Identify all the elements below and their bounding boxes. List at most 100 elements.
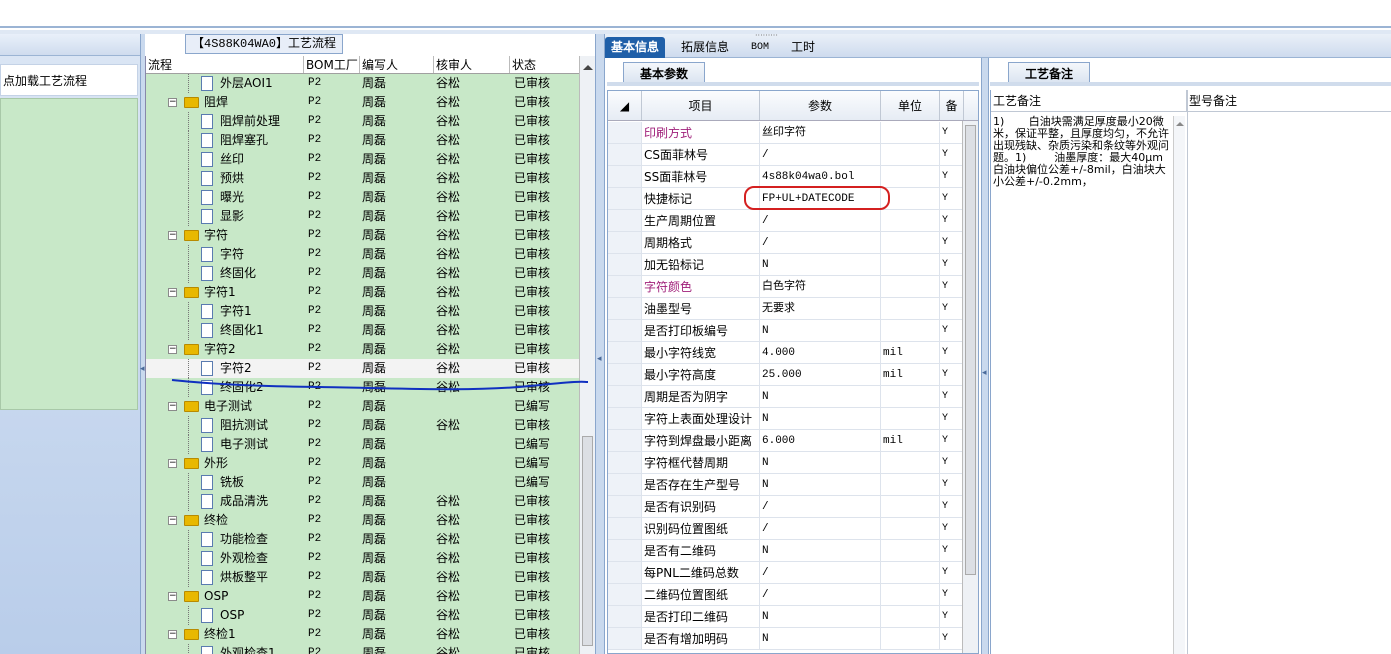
row-indicator[interactable] [608, 210, 642, 231]
params-row[interactable]: 二维码位置图纸 / Y [608, 584, 978, 606]
params-row[interactable]: 字符到焊盘最小距离 6.000 mil Y [608, 430, 978, 452]
row-indicator[interactable] [608, 364, 642, 385]
param-flag-cell[interactable]: Y [940, 474, 964, 495]
subtab-basic-params[interactable]: 基本参数 [623, 62, 706, 84]
param-value-cell[interactable]: 4s88k04wa0.bol [760, 166, 881, 187]
param-value-cell[interactable]: N [760, 606, 881, 627]
param-unit-cell[interactable] [881, 386, 940, 407]
tree-row[interactable]: 烘板整平 P2 周磊 谷松 已审核 [146, 568, 580, 587]
collapse-toggle-icon[interactable]: − [168, 459, 177, 468]
params-row[interactable]: SS面菲林号 4s88k04wa0.bol Y [608, 166, 978, 188]
tab-extended-info[interactable]: 拓展信息 [675, 37, 735, 58]
tree-node-cell[interactable]: 外观检查 [146, 549, 304, 568]
param-unit-cell[interactable] [881, 628, 940, 649]
row-indicator[interactable] [608, 276, 642, 297]
tree-row[interactable]: 外观检查1 P2 周磊 谷松 已审核 [146, 644, 580, 654]
param-value-cell[interactable]: N [760, 386, 881, 407]
row-indicator[interactable] [608, 342, 642, 363]
tree-node-cell[interactable]: 成品清洗 [146, 492, 304, 511]
row-indicator[interactable] [608, 540, 642, 561]
param-unit-cell[interactable] [881, 606, 940, 627]
tree-node-cell[interactable]: 铣板 [146, 473, 304, 492]
param-flag-cell[interactable]: Y [940, 276, 964, 297]
param-flag-cell[interactable]: Y [940, 540, 964, 561]
tree-row[interactable]: 阻抗测试 P2 周磊 谷松 已审核 [146, 416, 580, 435]
param-flag-cell[interactable]: Y [940, 496, 964, 517]
param-flag-cell[interactable]: Y [940, 188, 964, 209]
tree-scroll-thumb[interactable] [582, 436, 593, 646]
params-row[interactable]: 周期是否为阴字 N Y [608, 386, 978, 408]
param-flag-cell[interactable]: Y [940, 320, 964, 341]
tree-node-cell[interactable]: 外层AOI1 [146, 74, 304, 93]
params-header-item[interactable]: 项目 [642, 91, 760, 120]
param-value-cell[interactable]: / [760, 210, 881, 231]
row-indicator[interactable] [608, 144, 642, 165]
params-row[interactable]: 字符颜色 白色字符 Y [608, 276, 978, 298]
params-row[interactable]: 字符上表面处理设计 N Y [608, 408, 978, 430]
drag-handle-icon[interactable]: ········· [755, 31, 778, 40]
tree-row[interactable]: − 字符2 P2 周磊 谷松 已审核 [146, 340, 580, 359]
row-indicator[interactable] [608, 518, 642, 539]
tree-row[interactable]: − 终检 P2 周磊 谷松 已审核 [146, 511, 580, 530]
row-indicator[interactable] [608, 496, 642, 517]
collapse-toggle-icon[interactable]: − [168, 98, 177, 107]
params-row[interactable]: 是否有增加明码 N Y [608, 628, 978, 650]
param-value-cell[interactable]: N [760, 474, 881, 495]
params-row[interactable]: 是否打印二维码 N Y [608, 606, 978, 628]
tree-row[interactable]: − 阻焊 P2 周磊 谷松 已审核 [146, 93, 580, 112]
param-flag-cell[interactable]: Y [940, 342, 964, 363]
params-row[interactable]: 最小字符线宽 4.000 mil Y [608, 342, 978, 364]
tree-node-cell[interactable]: − 终检 [146, 511, 304, 530]
collapse-toggle-icon[interactable]: − [168, 345, 177, 354]
tree-row[interactable]: − OSP P2 周磊 谷松 已审核 [146, 587, 580, 606]
collapse-toggle-icon[interactable]: − [168, 592, 177, 601]
collapse-toggle-icon[interactable]: − [168, 231, 177, 240]
tree-row[interactable]: 功能检查 P2 周磊 谷松 已审核 [146, 530, 580, 549]
param-value-cell[interactable]: N [760, 540, 881, 561]
param-value-cell[interactable]: 丝印字符 [760, 122, 881, 143]
param-value-cell[interactable]: N [760, 320, 881, 341]
row-indicator[interactable] [608, 122, 642, 143]
tree-vertical-scrollbar[interactable] [579, 56, 595, 654]
tree-node-cell[interactable]: 烘板整平 [146, 568, 304, 587]
notes-scrollbar[interactable] [1173, 116, 1185, 654]
tree-row[interactable]: 终固化1 P2 周磊 谷松 已审核 [146, 321, 580, 340]
tab-bom[interactable]: BOM [745, 37, 775, 58]
tree-node-cell[interactable]: OSP [146, 606, 304, 625]
param-flag-cell[interactable]: Y [940, 518, 964, 539]
middle-splitter[interactable]: ◂ [595, 34, 605, 654]
params-vertical-scrollbar[interactable] [962, 121, 978, 653]
params-header-value[interactable]: 参数 [760, 91, 881, 120]
tree-row[interactable]: 铣板 P2 周磊 已编写 [146, 473, 580, 492]
tree-node-cell[interactable]: 终固化 [146, 264, 304, 283]
params-row[interactable]: 是否存在生产型号 N Y [608, 474, 978, 496]
tree-node-cell[interactable]: 字符1 [146, 302, 304, 321]
collapse-toggle-icon[interactable]: − [168, 402, 177, 411]
params-row[interactable]: 周期格式 / Y [608, 232, 978, 254]
param-unit-cell[interactable] [881, 232, 940, 253]
tree-node-cell[interactable]: − 外形 [146, 454, 304, 473]
tree-row[interactable]: 电子测试 P2 周磊 已编写 [146, 435, 580, 454]
tree-row[interactable]: 曝光 P2 周磊 谷松 已审核 [146, 188, 580, 207]
param-unit-cell[interactable] [881, 254, 940, 275]
params-scroll-thumb[interactable] [965, 125, 976, 575]
tree-header-status[interactable]: 状态 [510, 56, 580, 73]
tree-row[interactable]: 外观检查 P2 周磊 谷松 已审核 [146, 549, 580, 568]
basic-params-grid[interactable]: ◢ 项目 参数 单位 备 印刷方式 丝印字符 Y CS面菲林号 / Y SS面菲林号 4s88… [607, 90, 979, 654]
tree-row[interactable]: 外层AOI1 P2 周磊 谷松 已审核 [146, 74, 580, 93]
subtab-process-notes[interactable]: 工艺备注 [1008, 62, 1091, 84]
tree-row[interactable]: − 字符 P2 周磊 谷松 已审核 [146, 226, 580, 245]
collapse-toggle-icon[interactable]: − [168, 516, 177, 525]
param-value-cell[interactable]: / [760, 144, 881, 165]
row-indicator[interactable] [608, 430, 642, 451]
param-value-cell[interactable]: 6.000 [760, 430, 881, 451]
param-value-cell[interactable]: N [760, 628, 881, 649]
scroll-up-icon[interactable] [583, 60, 593, 70]
row-indicator[interactable] [608, 452, 642, 473]
collapse-middle-icon[interactable]: ◂ [597, 354, 602, 364]
row-indicator[interactable] [608, 562, 642, 583]
param-flag-cell[interactable]: Y [940, 386, 964, 407]
param-unit-cell[interactable] [881, 122, 940, 143]
param-flag-cell[interactable]: Y [940, 254, 964, 275]
tree-node-cell[interactable]: − OSP [146, 587, 304, 606]
